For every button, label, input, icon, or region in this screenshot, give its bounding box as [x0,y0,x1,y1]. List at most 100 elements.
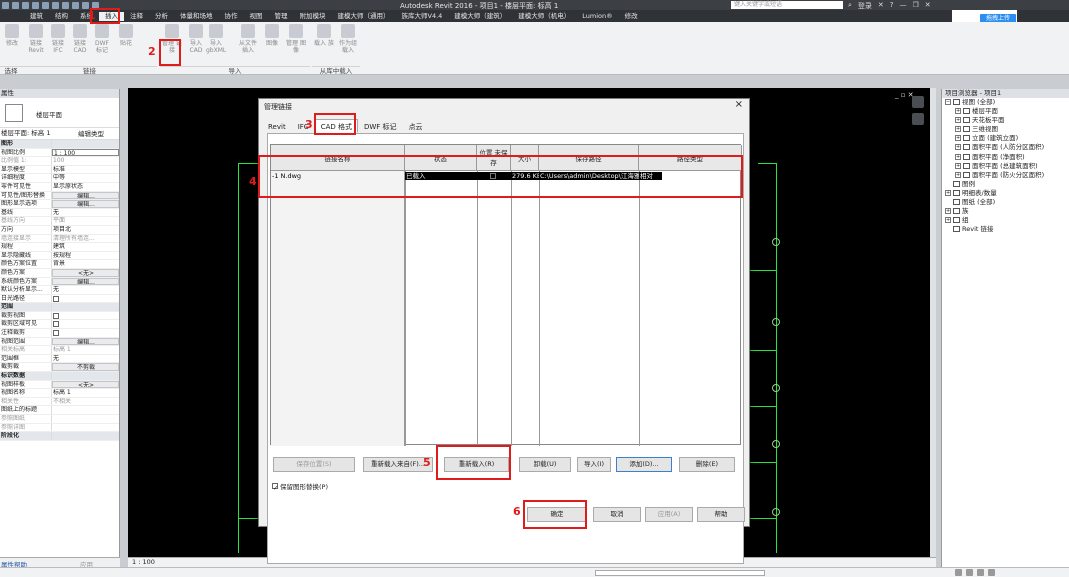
property-row[interactable]: 显示隐藏线 按规程 [0,251,119,261]
property-row[interactable]: 图纸上的标题 [0,406,119,415]
property-row[interactable]: 基线方向 平面 [0,217,119,226]
property-value[interactable]: 背景 [52,260,119,268]
property-value[interactable] [52,329,119,337]
browser-node[interactable]: + 面积平面 (防火分区面积) [942,171,1069,180]
menu-tab[interactable]: 建模大师（机电） [512,12,576,21]
menu-tab[interactable]: 视图 [244,12,269,21]
help-button[interactable]: 帮助 [697,507,745,522]
ribbon-button[interactable]: 作为组 载入 [338,24,358,54]
property-row[interactable]: 视图范围 编辑... [0,337,119,347]
text-icon[interactable] [62,1,69,9]
property-edit-button[interactable]: 编辑... [52,191,119,200]
ribbon-button[interactable]: 载入 族 [314,24,334,47]
property-value[interactable]: 按规程 [52,252,119,260]
property-value[interactable] [52,295,119,303]
canvas-scrollbar[interactable] [930,88,936,557]
expand-icon[interactable]: + [955,153,961,160]
property-row[interactable]: 零件可见性 显示原状态 [0,182,119,192]
menu-tab[interactable]: 建筑 [24,12,49,21]
browser-node[interactable]: + 族 [942,207,1069,216]
property-checkbox[interactable] [53,330,59,337]
property-row[interactable]: 视图名称 标高 1 [0,389,119,398]
property-value[interactable]: 建筑 [52,243,119,251]
property-value[interactable]: 显示原状态 [52,183,119,191]
property-row[interactable]: 图形显示选项 编辑... [0,200,119,209]
property-checkbox[interactable] [53,312,59,319]
property-edit-button[interactable]: 不剪裁 [52,363,119,372]
property-row[interactable]: 默认分析显示... 无 [0,286,119,295]
expand-icon[interactable]: + [955,144,961,151]
design-options-icon[interactable] [966,569,973,576]
property-checkbox[interactable] [53,295,59,302]
expand-icon[interactable]: + [945,217,951,224]
ribbon-button[interactable]: 链接 IFC [48,24,68,54]
property-row[interactable]: 日光路径 [0,294,119,304]
property-row[interactable]: 截剪裁 不剪裁 [0,363,119,373]
expand-icon[interactable]: − [945,99,951,105]
property-row[interactable]: 基线无 [0,208,119,218]
ribbon-button[interactable]: 从文件 插入 [238,24,258,54]
property-edit-button[interactable]: 编辑... [52,337,119,346]
redo-icon[interactable] [32,1,39,9]
expand-icon[interactable]: + [955,135,961,142]
dialog-action-button[interactable]: 保存位置(S) [273,457,355,472]
menu-tab[interactable]: Lumion® [576,12,618,21]
property-edit-button[interactable]: <无> [52,380,119,389]
browser-node[interactable]: + 组 [942,216,1069,225]
property-value[interactable] [52,406,119,414]
expand-icon[interactable]: + [945,189,951,196]
dialog-tab[interactable]: DWF 标记 [358,119,403,133]
dialog-action-button[interactable]: 添加(D)... [616,457,672,472]
browser-node[interactable]: + 天花板平面 [942,116,1069,125]
ribbon-button[interactable]: 链接 Revit [26,24,46,54]
expand-icon[interactable]: + [955,162,961,169]
menu-tab[interactable]: 注释 [124,12,149,21]
property-row[interactable]: 方向 项目北 [0,225,119,235]
type-selector[interactable]: 楼层平面 [0,98,119,128]
property-edit-button[interactable]: 编辑... [52,200,119,208]
menu-tab[interactable]: 结构 [49,12,74,21]
browser-node[interactable]: + 面积平面 (人防分区面积) [942,143,1069,152]
browser-node[interactable]: + 面积平面 (净面积) [942,153,1069,162]
property-row[interactable]: 详细程度 中等 [0,174,119,183]
quick-access-toolbar[interactable] [2,0,99,10]
dialog-action-button[interactable]: 导入(I) [577,457,611,472]
browser-node[interactable]: Revit 链接 [942,225,1069,234]
property-value[interactable]: 项目北 [52,226,119,234]
property-row[interactable]: 颜色方案 <无> [0,268,119,278]
property-row[interactable]: 视图样板 <无> [0,380,119,390]
instance-selector[interactable]: 楼层平面: 标高 1 编辑类型 [0,128,119,140]
menu-tab[interactable]: 协作 [219,12,244,21]
expand-icon[interactable]: + [945,208,951,215]
menu-tab[interactable]: 管理 [269,12,294,21]
browser-node[interactable]: 图纸 (全部) [942,198,1069,207]
property-checkbox[interactable] [53,321,59,328]
property-value[interactable]: 无 [52,209,119,217]
property-row[interactable]: 相关性 不相关 [0,397,119,407]
menu-tab[interactable]: 建模大师（建筑） [448,12,512,21]
ribbon-button[interactable]: 导入 gbXML [206,24,226,54]
browser-node[interactable]: + 三维视图 [942,125,1069,134]
expand-icon[interactable]: + [955,126,961,133]
property-value[interactable]: 中等 [52,174,119,182]
property-row[interactable]: 视图比例 1 : 100 [0,148,119,158]
browser-node[interactable]: + 面积平面 (总建筑面积) [942,162,1069,171]
dialog-action-button[interactable]: 删除(E) [679,457,735,472]
search-input[interactable]: 键入关键字或短语 [731,1,843,9]
property-row[interactable]: 颜色方案位置 背景 [0,260,119,269]
save-icon[interactable] [12,1,19,9]
property-row[interactable]: 可见性/图形替换 编辑... [0,191,119,201]
property-edit-button[interactable]: 编辑... [52,277,119,286]
apply-button[interactable]: 应用(A) [645,507,693,522]
expand-icon[interactable]: + [955,117,961,124]
navigation-bar[interactable] [908,96,928,125]
property-value[interactable] [52,320,119,328]
menu-tab[interactable]: 族库大师V4.4 [396,12,449,21]
property-value[interactable]: 无 [52,355,119,363]
ribbon-button[interactable]: 图像 [262,24,282,47]
open-icon[interactable] [2,1,9,9]
ribbon-button[interactable]: 修改 [2,24,22,47]
property-row[interactable]: 注释裁剪 [0,329,119,338]
filter-icon[interactable] [988,569,995,576]
cancel-button[interactable]: 取消 [593,507,641,522]
